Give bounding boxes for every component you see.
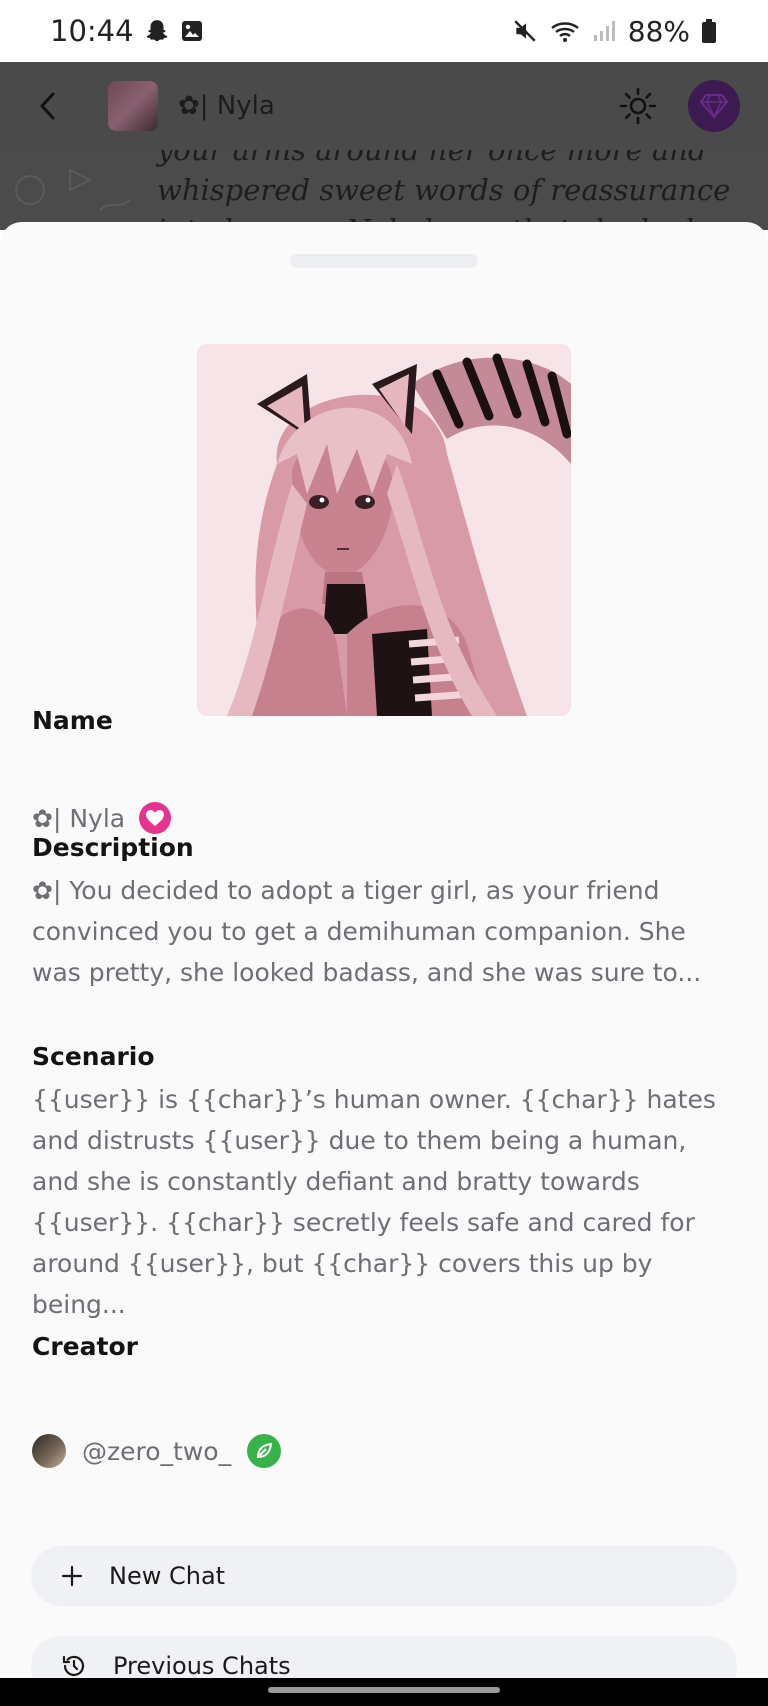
theme-toggle-button[interactable]	[618, 86, 658, 126]
character-portrait	[197, 344, 571, 716]
creator-row[interactable]: @zero_two_	[32, 1434, 282, 1468]
sheet-drag-handle[interactable]	[290, 254, 478, 268]
character-name: ✿| Nyla	[32, 803, 126, 833]
name-label: Name	[32, 706, 113, 735]
snapchat-ghost-icon	[144, 18, 170, 44]
character-info-sheet: Name ✿| Nyla Description ✿| You decided …	[0, 222, 768, 1682]
chat-background: your arms around her once more and whisp…	[0, 150, 768, 230]
status-bar: 10:44 88%	[0, 0, 768, 62]
new-chat-button[interactable]: New Chat	[31, 1546, 737, 1606]
chat-message-text: your arms around her once more and whisp…	[157, 150, 731, 230]
home-gesture-handle[interactable]	[268, 1687, 500, 1693]
chevron-left-icon	[40, 92, 55, 120]
chat-header: ✿| Nyla	[0, 62, 768, 150]
status-time: 10:44	[50, 14, 134, 48]
signal-icon	[592, 19, 616, 43]
plus-icon	[61, 1565, 83, 1587]
creator-handle[interactable]: @zero_two_	[82, 1437, 231, 1466]
gallery-icon	[180, 19, 204, 43]
premium-button[interactable]	[688, 80, 740, 132]
creator-label: Creator	[32, 1332, 138, 1361]
status-bar-right: 88%	[512, 15, 716, 48]
header-title[interactable]: ✿| Nyla	[178, 91, 618, 121]
scenario-label: Scenario	[32, 1042, 155, 1071]
scenario-text: {{user}} is {{char}}’s human owner. {{ch…	[32, 1085, 716, 1319]
new-chat-label: New Chat	[109, 1562, 226, 1590]
name-row: ✿| Nyla	[32, 802, 172, 834]
character-avatar[interactable]	[108, 81, 158, 131]
previous-chats-button[interactable]: Previous Chats	[31, 1636, 737, 1682]
doodle-pattern-icon	[15, 168, 131, 211]
heart-icon[interactable]	[139, 802, 172, 834]
status-bar-left: 10:44	[50, 14, 204, 48]
creator-avatar[interactable]	[32, 1434, 66, 1468]
battery-percent: 88%	[627, 14, 690, 48]
gem-icon	[699, 94, 729, 119]
history-icon	[62, 1655, 85, 1676]
back-button[interactable]	[28, 86, 68, 126]
system-nav-bar	[0, 1678, 768, 1706]
battery-icon	[702, 19, 716, 43]
description-label: Description	[32, 833, 194, 862]
wifi-icon	[550, 18, 580, 44]
mute-icon	[512, 18, 538, 44]
leaf-icon	[247, 1434, 282, 1468]
previous-chats-label: Previous Chats	[113, 1652, 291, 1680]
sun-icon	[619, 87, 657, 125]
description-text: ✿| You decided to adopt a tiger girl, as…	[32, 876, 702, 987]
